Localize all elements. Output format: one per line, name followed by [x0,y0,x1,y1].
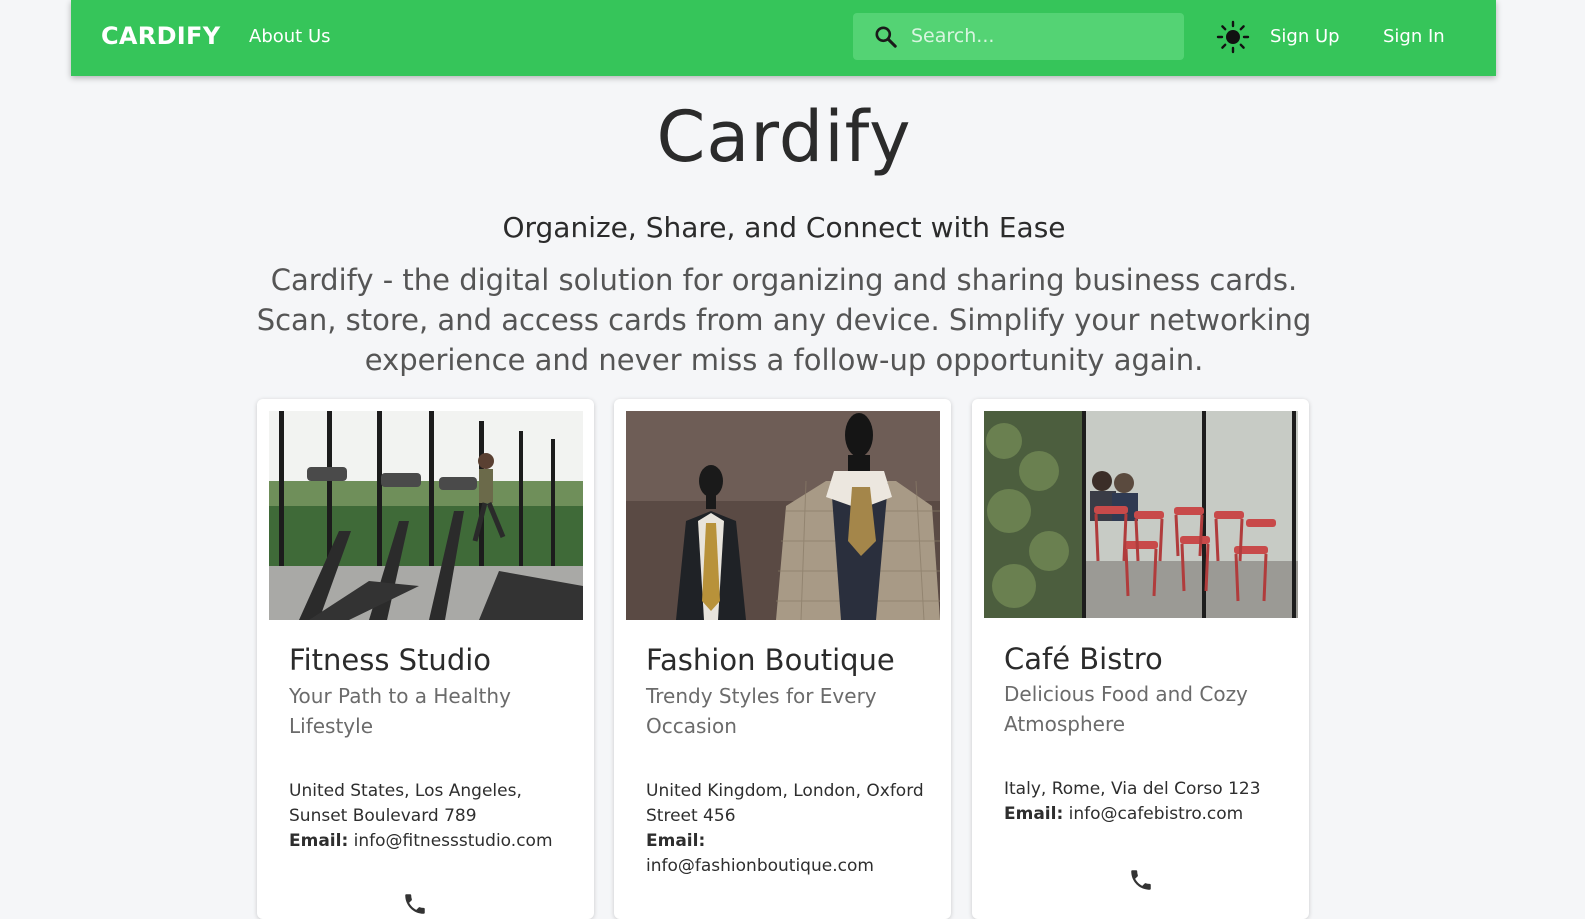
search-input[interactable] [911,21,1171,51]
card-email: Email: info@cafebistro.com [1004,802,1284,827]
card-address: Italy, Rome, Via del Corso 123 [1004,779,1261,799]
card-address: United Kingdom, London, Oxford Street 45… [646,781,924,826]
gym-treadmill-photo [269,411,583,620]
card-email: Email: info@fashionboutique.com [646,829,926,879]
page-description: Cardify - the digital solution for organ… [256,263,1312,377]
card-subtitle: Delicious Food and Cozy Atmosphere [1004,682,1248,736]
card-title: Fitness Studio [289,643,492,677]
sun-icon[interactable] [1216,20,1250,54]
email-value[interactable]: info@fashionboutique.com [646,856,874,876]
business-card-cafe[interactable]: Café Bistro Delicious Food and Cozy Atmo… [972,399,1309,919]
card-address: United States, Los Angeles, Sunset Boule… [289,781,522,826]
suit-mannequin-photo [626,411,940,620]
card-title: Fashion Boutique [646,643,895,677]
card-subtitle: Your Path to a Healthy Lifestyle [289,684,511,738]
email-label: Email: [646,831,706,851]
email-value[interactable]: info@fitnessstudio.com [354,831,553,851]
about-us-link[interactable]: About Us [249,26,331,47]
search-icon[interactable] [873,24,899,50]
page-title: Cardify [656,96,912,178]
phone-icon[interactable] [402,891,428,917]
brand-logo[interactable]: CARDIFY [101,22,220,50]
card-email: Email: info@fitnessstudio.com [289,829,569,854]
email-label: Email: [1004,804,1064,824]
search-box [853,13,1184,60]
card-title: Café Bistro [1004,642,1163,676]
page-subtitle: Organize, Share, and Connect with Ease [502,211,1066,244]
card-subtitle: Trendy Styles for Every Occasion [646,684,877,738]
email-label: Email: [289,831,349,851]
business-card-fashion[interactable]: Fashion Boutique Trendy Styles for Every… [614,399,951,919]
email-value[interactable]: info@cafebistro.com [1069,804,1244,824]
cafe-terrace-photo [984,411,1298,618]
top-navbar: CARDIFY About Us Sign Up Sign In [71,0,1496,76]
sign-in-link[interactable]: Sign In [1383,26,1445,47]
sign-up-link[interactable]: Sign Up [1270,26,1340,47]
phone-icon[interactable] [1128,867,1154,893]
business-card-fitness[interactable]: Fitness Studio Your Path to a Healthy Li… [257,399,594,919]
